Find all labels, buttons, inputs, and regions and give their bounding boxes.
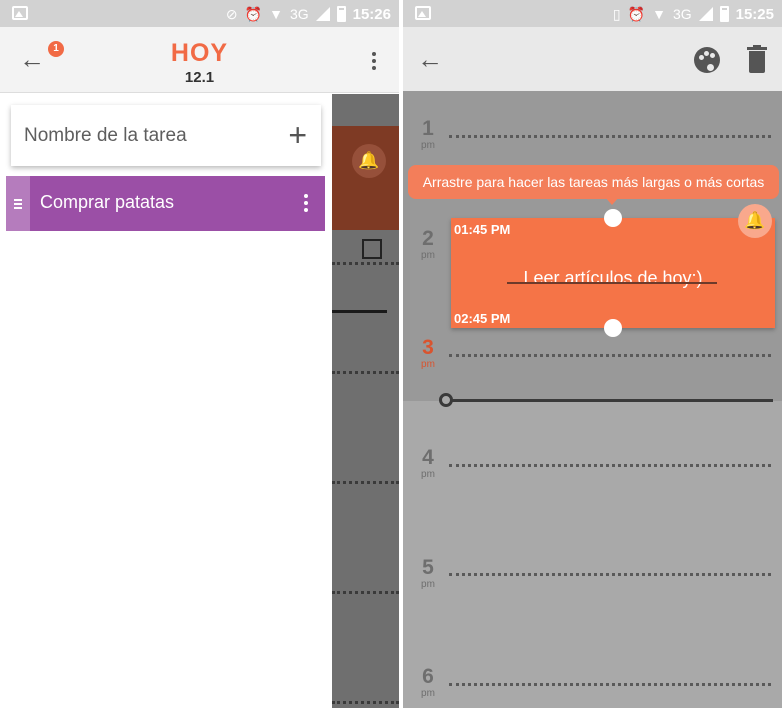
- dotted-divider: [332, 481, 399, 484]
- dotted-divider: [332, 262, 399, 265]
- app-bar: ←: [403, 27, 782, 91]
- resize-handle-top[interactable]: [604, 209, 622, 227]
- back-arrow-icon[interactable]: ←: [417, 46, 443, 72]
- hour-divider: [449, 354, 771, 357]
- dotted-divider: [332, 591, 399, 594]
- dimmed-task: 🔔: [332, 126, 399, 259]
- hour-divider: [449, 683, 771, 686]
- bell-icon[interactable]: 🔔: [738, 204, 772, 238]
- palette-icon[interactable]: [694, 47, 720, 73]
- alarm-icon: ⏰: [627, 6, 646, 22]
- page-title: HOY: [170, 39, 229, 67]
- dotted-divider: [332, 371, 399, 374]
- wifi-icon: ▼: [652, 6, 666, 22]
- wifi-icon: ▼: [269, 6, 283, 22]
- drag-handle-icon[interactable]: [6, 176, 30, 231]
- hour-label: 1 pm: [421, 117, 435, 152]
- current-time-line: [443, 399, 773, 402]
- event-strikethrough: [507, 282, 717, 284]
- right-screen: ▯ ⏰ ▼ 3G 15:25 ← 1 pm 2 pm 3 pm 4 pm 5 p…: [403, 0, 782, 708]
- dotted-divider: [332, 701, 399, 704]
- task-drawer: + Comprar patatas: [0, 94, 332, 708]
- task-item[interactable]: Comprar patatas: [6, 176, 325, 231]
- page-date: 12.1: [184, 69, 215, 86]
- signal-icon: [698, 7, 713, 21]
- battery-icon: [336, 6, 346, 22]
- task-name-input[interactable]: [11, 105, 271, 166]
- hour-divider: [449, 135, 771, 138]
- event-title: Leer artículos de hoy:): [523, 268, 703, 288]
- status-icons: ⊘ ⏰ ▼ 3G 15:26: [226, 4, 391, 24]
- resize-handle-bottom[interactable]: [604, 319, 622, 337]
- new-task-card: +: [11, 105, 321, 166]
- calendar-timeline: 1 pm 2 pm 3 pm 4 pm 5 pm 6 pm Arrastre p…: [403, 91, 782, 708]
- task-overflow-icon[interactable]: [304, 194, 308, 215]
- do-not-disturb-icon: ⊘: [225, 6, 238, 22]
- gallery-notification-icon: [12, 6, 28, 20]
- vibrate-icon: ▯: [612, 6, 621, 22]
- hour-label: 6 pm: [421, 665, 435, 700]
- event-start-time: 01:45 PM: [454, 222, 511, 237]
- network-type: 3G: [289, 6, 309, 22]
- left-screen: ⊘ ⏰ ▼ 3G 15:26 ← 1 HOY 12.1 🔔 Nombre de …: [0, 0, 399, 708]
- event-block[interactable]: 01:45 PM Leer artículos de hoy:) 02:45 P…: [451, 204, 775, 328]
- battery-icon: [719, 6, 729, 22]
- app-bar: ← 1 HOY 12.1: [0, 27, 399, 93]
- hour-divider: [449, 464, 771, 467]
- status-time: 15:26: [352, 5, 391, 23]
- signal-icon: [315, 7, 330, 21]
- status-time: 15:25: [735, 5, 774, 23]
- overflow-menu-icon[interactable]: [372, 52, 376, 73]
- current-time-marker: [439, 393, 453, 407]
- alarm-icon: ⏰: [244, 6, 263, 22]
- dimmed-calendar: 🔔: [332, 94, 399, 708]
- checkbox-icon: [362, 239, 382, 259]
- hour-label: 2 pm: [421, 227, 435, 262]
- add-task-icon[interactable]: +: [288, 115, 307, 155]
- status-bar: ▯ ⏰ ▼ 3G 15:25: [403, 0, 782, 27]
- hour-label: 5 pm: [421, 556, 435, 591]
- event-end-time: 02:45 PM: [454, 311, 511, 326]
- gallery-notification-icon: [415, 6, 431, 20]
- network-type: 3G: [672, 6, 692, 22]
- status-icons: ▯ ⏰ ▼ 3G 15:25: [613, 4, 774, 24]
- tooltip-arrow: [605, 197, 619, 205]
- bell-icon: 🔔: [352, 144, 386, 178]
- hour-divider: [449, 573, 771, 576]
- hour-label: 4 pm: [421, 446, 435, 481]
- screenshot-root: ⊘ ⏰ ▼ 3G 15:26 ← 1 HOY 12.1 🔔 Nombre de …: [0, 0, 782, 708]
- hour-label-current: 3 pm: [421, 336, 435, 371]
- trash-icon[interactable]: [747, 45, 767, 73]
- resize-hint-tooltip: Arrastre para hacer las tareas más larga…: [408, 165, 779, 199]
- now-line: [332, 310, 387, 313]
- status-bar: ⊘ ⏰ ▼ 3G 15:26: [0, 0, 399, 27]
- task-item-label: Comprar patatas: [40, 192, 175, 212]
